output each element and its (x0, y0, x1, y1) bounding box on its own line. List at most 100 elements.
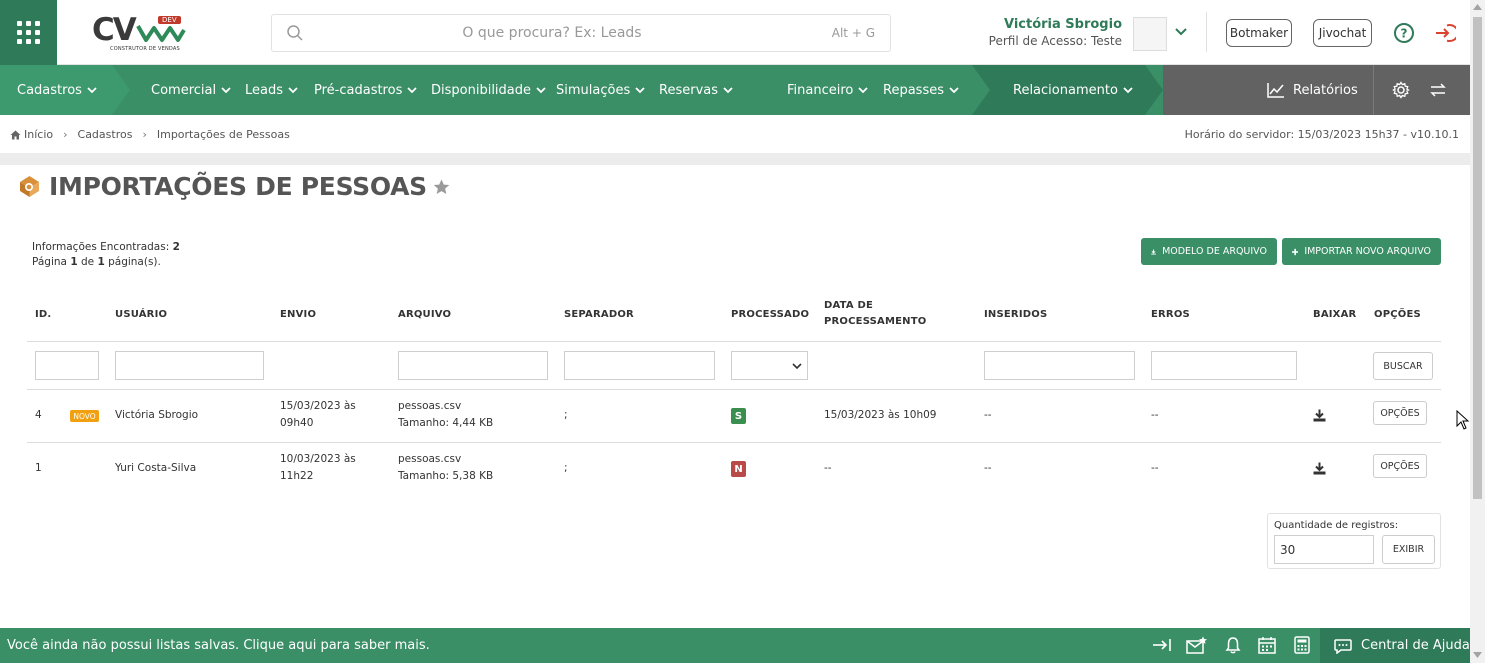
svg-text:?: ? (1401, 27, 1408, 41)
button-label: IMPORTAR NOVO ARQUIVO (1304, 246, 1431, 257)
nav-label: Reservas (659, 82, 718, 98)
collapse-right-icon[interactable] (1152, 636, 1172, 654)
chevron-down-icon (1123, 87, 1133, 94)
options-button[interactable]: OPÇÕES (1373, 401, 1427, 425)
user-profile: Perfil de Acesso: Teste (988, 34, 1122, 48)
cell-sent-time: 09h40 (280, 417, 314, 429)
nav-label: Comercial (151, 82, 217, 98)
filter-processed-select[interactable] (731, 351, 808, 380)
logout-icon[interactable] (1434, 22, 1456, 44)
bell-icon[interactable] (1225, 636, 1241, 654)
nav-repasses[interactable]: Repasses (883, 65, 959, 115)
nav-label: Cadastros (17, 82, 82, 98)
filter-id-input[interactable] (35, 351, 99, 380)
cell-sent-date: 15/03/2023 às (280, 400, 356, 412)
jivochat-button[interactable]: Jivochat (1313, 19, 1372, 47)
info-found-count: 2 (172, 241, 180, 253)
nav-cadastros[interactable]: Cadastros (17, 65, 97, 115)
th-file: ARQUIVO (398, 309, 452, 320)
breadcrumb-home[interactable]: Início (24, 128, 53, 141)
scroll-thumb[interactable] (1473, 17, 1482, 499)
cell-file-name: pessoas.csv (398, 400, 462, 412)
footer-bar: Você ainda não possui listas salvas. Cli… (0, 628, 1470, 663)
cell-processing-date: -- (824, 462, 832, 474)
chevron-down-icon (87, 87, 97, 94)
calendar-icon[interactable] (1258, 636, 1276, 654)
filter-file-input[interactable] (398, 351, 548, 380)
qty-input[interactable]: 30 (1274, 535, 1374, 564)
cell-sent-time: 11h22 (280, 470, 314, 482)
chevron-down-icon[interactable] (1174, 24, 1188, 40)
swap-icon[interactable] (1430, 82, 1446, 98)
nav-label: Pré-cadastros (314, 82, 403, 98)
filter-user-input[interactable] (115, 351, 264, 380)
cursor-icon (1456, 410, 1470, 430)
divider-band (0, 153, 1470, 165)
user-info[interactable]: Victória Sbrogio Perfil de Acesso: Teste (960, 17, 1122, 49)
nav-leads[interactable]: Leads (245, 65, 298, 115)
nav-relatorios[interactable]: Relatórios (1267, 65, 1358, 115)
help-icon[interactable]: ? (1393, 22, 1415, 44)
chevron-down-icon (949, 87, 959, 94)
user-name: Victória Sbrogio (1003, 17, 1122, 32)
saved-lists-message[interactable]: Você ainda não possui listas salvas. Cli… (7, 638, 430, 653)
gear-icon[interactable] (1392, 81, 1410, 99)
botmaker-button[interactable]: Botmaker (1226, 19, 1292, 47)
divider (1206, 12, 1207, 52)
cell-user: Victória Sbrogio (115, 409, 199, 421)
filter-errors-input[interactable] (1151, 351, 1297, 380)
chevron-down-icon (635, 87, 645, 94)
model-file-button[interactable]: MODELO DE ARQUIVO (1141, 238, 1277, 265)
nav-disponibilidade[interactable]: Disponibilidade (431, 65, 546, 115)
scroll-down-icon[interactable] (1473, 652, 1482, 658)
help-center-button[interactable]: Central de Ajuda (1320, 628, 1470, 663)
global-search[interactable]: Alt + G (271, 14, 891, 52)
home-icon (10, 130, 21, 139)
nav-label: Relatórios (1293, 82, 1358, 98)
nav-label: Financeiro (787, 82, 854, 98)
th-options: OPÇÕES (1374, 309, 1421, 320)
nav-comercial[interactable]: Comercial (151, 65, 231, 115)
scroll-up-icon[interactable] (1473, 4, 1482, 10)
options-button[interactable]: OPÇÕES (1373, 454, 1427, 478)
breadcrumb-cadastros[interactable]: Cadastros (78, 128, 133, 141)
nav-simulacoes[interactable]: Simulações (556, 65, 645, 115)
download-icon[interactable] (1313, 409, 1326, 422)
th-id: ID. (35, 309, 52, 320)
info-found-label: Informações Encontradas: (32, 241, 170, 253)
filter-inserted-input[interactable] (984, 351, 1135, 380)
filter-separator-input[interactable] (564, 351, 715, 380)
scrollbar[interactable] (1470, 0, 1485, 663)
show-button[interactable]: EXIBIR (1382, 535, 1435, 564)
nav-reservas[interactable]: Reservas (659, 65, 733, 115)
star-icon[interactable] (433, 179, 450, 195)
nav-financeiro[interactable]: Financeiro (787, 65, 868, 115)
chevron-right-icon: › (63, 128, 68, 141)
logo-subtitle: CONSTRUTOR DE VENDAS (110, 46, 180, 52)
page-title-wrap: IMPORTAÇÕES DE PESSOAS (17, 172, 450, 201)
table-divider (27, 389, 1441, 390)
nav-pre-cadastros[interactable]: Pré-cadastros (314, 65, 417, 115)
page-current: 1 (70, 256, 78, 268)
cell-user: Yuri Costa-Silva (115, 462, 197, 474)
nav-relacionamento[interactable]: Relacionamento (1013, 65, 1133, 115)
divider (1373, 65, 1374, 115)
search-icon (287, 25, 303, 41)
grid-icon (17, 21, 40, 44)
download-icon (1151, 248, 1156, 255)
import-new-file-button[interactable]: IMPORTAR NOVO ARQUIVO (1282, 238, 1441, 265)
search-input[interactable] (312, 16, 792, 50)
download-icon[interactable] (1313, 462, 1326, 475)
results-info: Informações Encontradas: 2 Página 1 de 1… (32, 240, 180, 270)
processed-badge: S (731, 408, 746, 424)
logo-dev-badge: DEV (158, 16, 181, 24)
th-inserted: INSERIDOS (984, 309, 1048, 320)
mail-star-icon[interactable] (1186, 636, 1208, 654)
cell-file-size: Tamanho: 5,38 KB (398, 470, 494, 482)
avatar[interactable] (1133, 17, 1167, 51)
search-button[interactable]: BUSCAR (1373, 352, 1433, 380)
cell-id: 1 (35, 462, 42, 474)
apps-menu-button[interactable] (0, 0, 57, 65)
logo[interactable]: CV DEV CONSTRUTOR DE VENDAS (88, 12, 188, 56)
calculator-icon[interactable] (1294, 636, 1310, 654)
